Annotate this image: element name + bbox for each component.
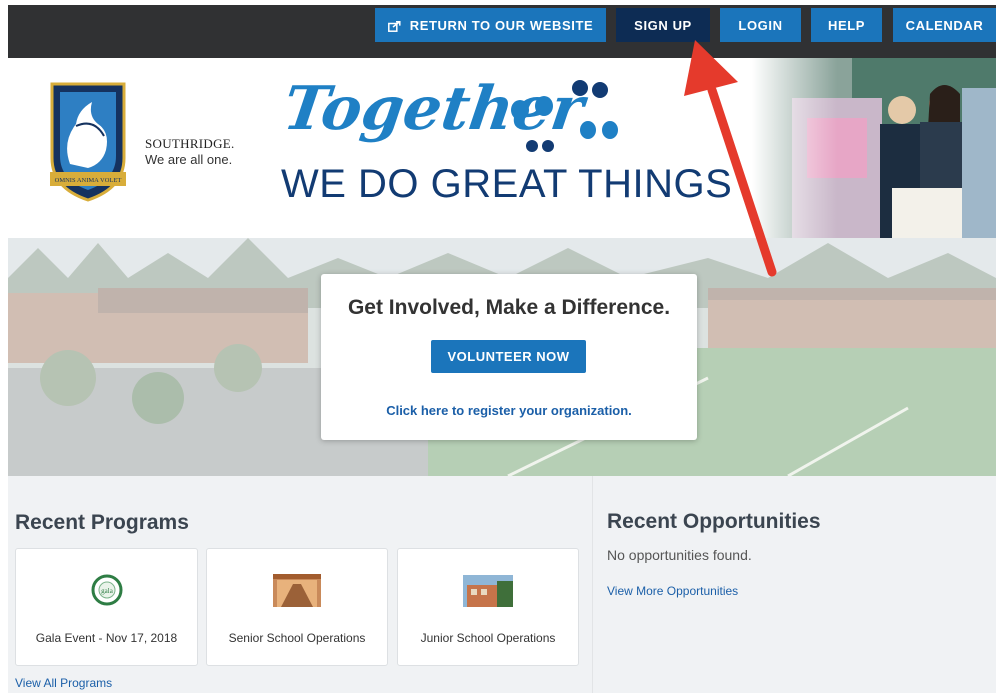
recent-programs-title: Recent Programs (15, 511, 189, 534)
recent-opportunities-title: Recent Opportunities (607, 510, 821, 533)
view-all-programs-link[interactable]: View All Programs (15, 676, 112, 690)
get-involved-card: Get Involved, Make a Difference. VOLUNTE… (321, 274, 697, 440)
svg-text:gala: gala (101, 587, 114, 595)
view-more-opportunities-link[interactable]: View More Opportunities (607, 584, 738, 598)
school-crest-logo[interactable]: OMNIS ANIMA VOLET (48, 80, 128, 204)
gala-logo-icon: gala (91, 574, 123, 606)
site-header: OMNIS ANIMA VOLET SOUTHRIDGE. We are all… (8, 58, 996, 238)
senior-school-thumbnail (273, 574, 321, 607)
volunteers-photo (752, 58, 996, 238)
hero-heading: Get Involved, Make a Difference. (347, 296, 671, 319)
no-opportunities-text: No opportunities found. (607, 547, 752, 563)
junior-school-thumbnail (463, 575, 513, 607)
program-label: Junior School Operations (420, 631, 556, 645)
return-to-website-button[interactable]: RETURN TO OUR WEBSITE (375, 8, 606, 42)
school-name: SOUTHRIDGE. (145, 136, 235, 151)
program-label: Senior School Operations (228, 631, 366, 645)
login-button[interactable]: LOGIN (720, 8, 801, 42)
calendar-button[interactable]: CALENDAR (893, 8, 996, 42)
school-tagline: We are all one. (145, 152, 233, 167)
volunteer-now-button[interactable]: VOLUNTEER NOW (431, 340, 586, 373)
sign-up-button[interactable]: SIGN UP (616, 8, 710, 42)
crest-motto: OMNIS ANIMA VOLET (55, 177, 122, 184)
return-to-website-label: RETURN TO OUR WEBSITE (409, 17, 594, 33)
external-link-icon (387, 20, 401, 32)
program-label: Gala Event - Nov 17, 2018 (35, 631, 178, 645)
handprints-graphic (511, 80, 618, 152)
register-organization-link[interactable]: Click here to register your organization… (321, 403, 697, 418)
program-card[interactable]: Junior School Operations (397, 548, 579, 666)
help-button[interactable]: HELP (811, 8, 882, 42)
program-card[interactable]: Senior School Operations (206, 548, 388, 666)
banner-tagline: WE DO GREAT THINGS (281, 162, 733, 206)
program-card[interactable]: gala Gala Event - Nov 17, 2018 (15, 548, 198, 666)
